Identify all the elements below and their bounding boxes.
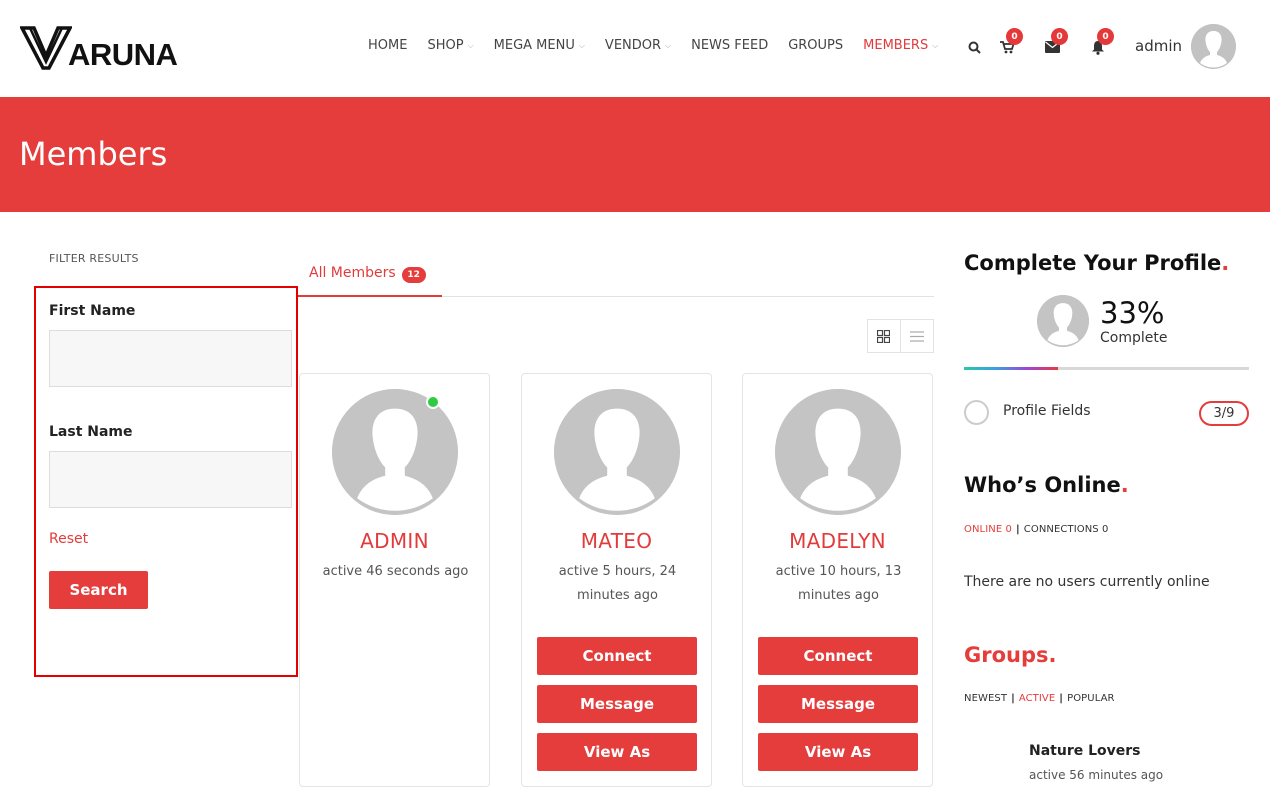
view-toggle <box>867 319 934 353</box>
member-avatar[interactable] <box>554 389 680 515</box>
groups-newest-link[interactable]: NEWEST <box>964 693 1007 704</box>
member-name[interactable]: ADMIN <box>300 529 489 553</box>
first-name-label: First Name <box>49 303 136 319</box>
logo-text: ARUNA <box>68 37 178 72</box>
complete-profile-title: Complete Your Profile. <box>964 251 1230 275</box>
nav-members[interactable]: MEMBERS ⌵ <box>863 38 938 53</box>
no-users-online-text: There are no users currently online <box>964 574 1210 590</box>
whos-online-title-text: Who’s Online <box>964 473 1121 497</box>
site-header: ARUNA HOME SHOP ⌵ MEGA MENU ⌵ VENDOR ⌵ NEWS… <box>0 0 1270 97</box>
online-filter-links: ONLINE 0 | CONNECTIONS 0 <box>964 524 1109 535</box>
nav-home-label: HOME <box>368 38 408 53</box>
profile-fields-count: 3/9 <box>1199 401 1249 426</box>
profile-fields-status-icon <box>964 400 989 425</box>
message-button[interactable]: Message <box>537 685 697 723</box>
nav-groups[interactable]: GROUPS <box>788 38 843 53</box>
nav-shop-label: SHOP <box>427 38 464 53</box>
last-name-input[interactable] <box>49 451 292 508</box>
online-link[interactable]: ONLINE 0 <box>964 524 1012 535</box>
view-as-button[interactable]: View As <box>758 733 918 771</box>
connect-button[interactable]: Connect <box>758 637 918 675</box>
message-button[interactable]: Message <box>758 685 918 723</box>
nav-home[interactable]: HOME <box>368 38 407 53</box>
groups-title[interactable]: Groups. <box>964 643 1057 667</box>
bell-icon[interactable]: 0 <box>1089 28 1114 56</box>
separator: | <box>1011 693 1015 704</box>
search-button[interactable]: Search <box>49 571 148 609</box>
groups-filter-links: NEWEST | ACTIVE | POPULAR <box>964 693 1115 704</box>
nav-mega-menu-label: MEGA MENU <box>493 38 575 53</box>
connect-button[interactable]: Connect <box>537 637 697 675</box>
member-activity: active 10 hours, 13 minutes ago <box>775 564 902 603</box>
member-avatar[interactable] <box>775 389 901 515</box>
groups-popular-link[interactable]: POPULAR <box>1067 693 1115 704</box>
avatar[interactable] <box>1037 295 1089 347</box>
nav-vendor[interactable]: VENDOR ⌵ <box>605 38 671 53</box>
main-nav: HOME SHOP ⌵ MEGA MENU ⌵ VENDOR ⌵ NEWS FEED … <box>368 38 958 53</box>
list-view-icon[interactable] <box>901 320 934 352</box>
page-title: Members <box>19 135 168 173</box>
nav-news-feed-label: NEWS FEED <box>691 38 769 53</box>
nav-vendor-label: VENDOR <box>604 38 662 53</box>
group-activity: active 56 minutes ago <box>1029 768 1164 782</box>
user-silhouette-icon <box>1037 295 1089 347</box>
member-name[interactable]: MATEO <box>522 529 711 553</box>
whos-online-title: Who’s Online. <box>964 473 1129 497</box>
cart-count-badge: 0 <box>1006 28 1023 45</box>
separator: | <box>1059 693 1064 704</box>
complete-profile-title-text: Complete Your Profile <box>964 251 1222 275</box>
members-count-badge: 12 <box>401 267 426 283</box>
profile-progress-bar <box>964 367 1249 370</box>
online-status-dot <box>426 395 440 409</box>
tab-all-members-label: All Members <box>309 265 396 281</box>
view-as-button[interactable]: View As <box>537 733 697 771</box>
profile-progress-fill <box>964 367 1059 370</box>
member-card: MADELYN active 10 hours, 13 minutes ago … <box>742 373 933 787</box>
member-activity: active 5 hours, 24 minutes ago <box>558 564 677 603</box>
filter-title: FILTER RESULTS <box>49 252 139 265</box>
envelope-icon[interactable]: 0 <box>1043 28 1068 56</box>
chevron-down-icon: ⌵ <box>467 40 474 50</box>
user-silhouette-icon <box>332 389 458 515</box>
connections-link[interactable]: CONNECTIONS 0 <box>1024 524 1109 535</box>
profile-fields-label[interactable]: Profile Fields <box>1003 403 1091 419</box>
page-banner: Members <box>0 97 1270 212</box>
cart-icon[interactable]: 0 <box>998 28 1023 56</box>
site-logo[interactable]: ARUNA <box>20 26 178 72</box>
nav-shop[interactable]: SHOP ⌵ <box>427 38 473 53</box>
separator: | <box>1016 524 1020 535</box>
avatar[interactable] <box>1191 24 1236 69</box>
groups-title-text: Groups <box>964 643 1049 667</box>
messages-count-badge: 0 <box>1051 28 1068 45</box>
tab-all-members[interactable]: All Members 12 <box>298 262 442 297</box>
user-silhouette-icon <box>1191 24 1236 69</box>
nav-mega-menu[interactable]: MEGA MENU ⌵ <box>494 38 585 53</box>
group-name[interactable]: Nature Lovers <box>1029 743 1141 759</box>
notifications-count-badge: 0 <box>1097 28 1114 45</box>
member-card: MATEO active 5 hours, 24 minutes ago Con… <box>521 373 712 787</box>
member-name[interactable]: MADELYN <box>743 529 932 553</box>
nav-groups-label: GROUPS <box>788 38 844 53</box>
reset-link[interactable]: Reset <box>49 531 88 547</box>
last-name-label: Last Name <box>49 424 133 440</box>
grid-view-icon[interactable] <box>868 320 901 352</box>
profile-percent: 33% <box>1100 296 1165 330</box>
search-icon[interactable] <box>965 38 983 56</box>
first-name-input[interactable] <box>49 330 292 387</box>
nav-members-label: MEMBERS <box>863 38 929 53</box>
user-name[interactable]: admin <box>1135 37 1182 55</box>
member-card: ADMIN active 46 seconds ago <box>299 373 490 787</box>
user-silhouette-icon <box>775 389 901 515</box>
user-silhouette-icon <box>554 389 680 515</box>
chevron-down-icon: ⌵ <box>932 40 939 50</box>
groups-active-link[interactable]: ACTIVE <box>1019 693 1055 704</box>
member-activity: active 46 seconds ago <box>322 564 469 579</box>
chevron-down-icon: ⌵ <box>578 40 585 50</box>
filter-form: First Name Last Name Reset Search <box>34 286 298 677</box>
member-avatar[interactable] <box>332 389 458 515</box>
profile-complete-label: Complete <box>1100 330 1168 346</box>
chevron-down-icon: ⌵ <box>665 40 672 50</box>
nav-news-feed[interactable]: NEWS FEED <box>691 38 768 53</box>
logo-v-icon <box>20 26 72 70</box>
